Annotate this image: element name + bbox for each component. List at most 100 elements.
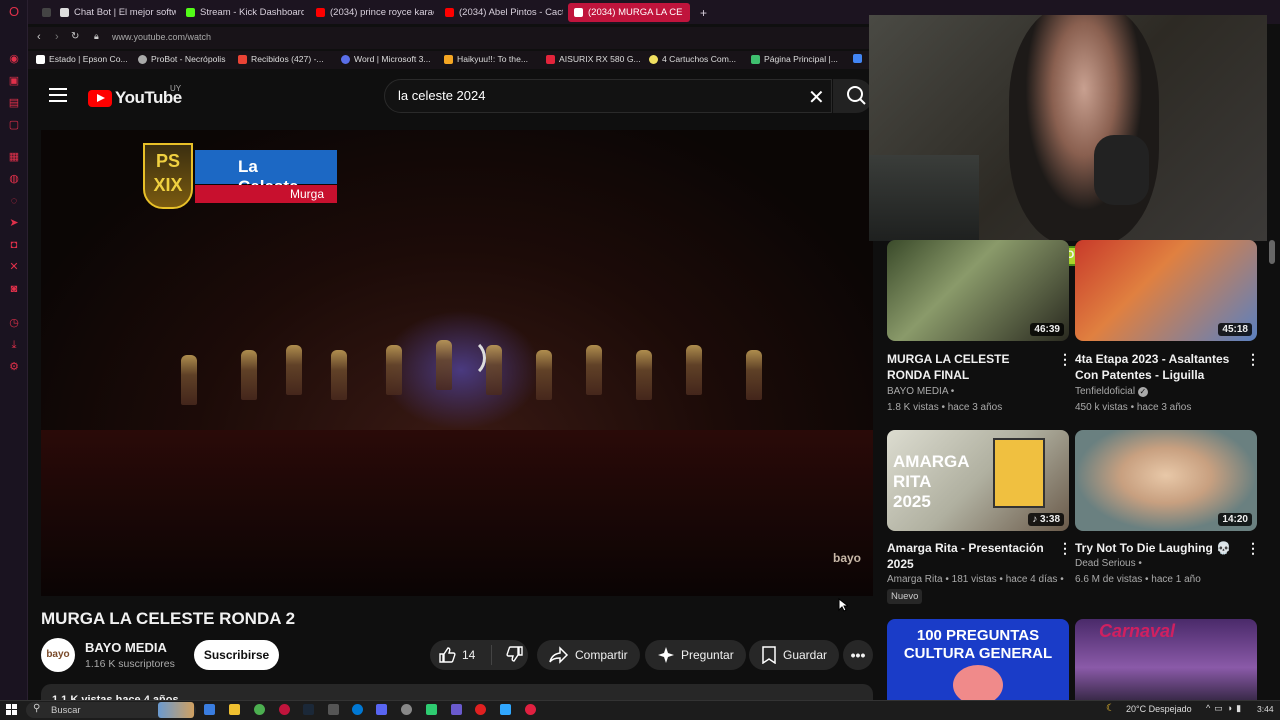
settings-icon[interactable] <box>401 704 412 715</box>
recommended-thumbnail[interactable]: Carnaval <box>1075 619 1257 700</box>
bookmark-item[interactable] <box>853 54 862 63</box>
bookmark-item[interactable]: Word | Microsoft 3... <box>341 54 431 64</box>
page-icon <box>751 54 760 64</box>
share-button[interactable]: Compartir <box>537 640 640 670</box>
history-icon[interactable]: ◷ <box>7 316 21 330</box>
tab-prince-royce[interactable]: (2034) prince royce karao <box>310 3 434 22</box>
forward-icon[interactable]: › <box>55 31 59 43</box>
telegram-icon[interactable]: ➤ <box>7 216 21 230</box>
app-icon[interactable] <box>451 704 462 715</box>
channel-name[interactable]: BAYO MEDIA <box>85 640 167 655</box>
copilot-icon[interactable] <box>204 704 215 715</box>
calculator-icon[interactable] <box>328 704 339 715</box>
more-options-icon[interactable]: ⋮ <box>1246 540 1260 557</box>
bookmark-item[interactable]: Página Principal |... <box>751 54 838 64</box>
more-options-icon[interactable]: ⋮ <box>1058 540 1072 557</box>
more-options-icon[interactable]: ⋮ <box>1246 351 1260 368</box>
recommended-title[interactable]: MURGA LA CELESTE RONDA FINAL <box>887 351 1047 383</box>
search-button[interactable] <box>833 79 873 113</box>
haikyuu-icon <box>444 54 453 64</box>
settings-icon[interactable]: ⚙ <box>7 360 21 374</box>
clock[interactable]: 3:44 <box>1257 704 1274 714</box>
bookmark-item[interactable]: Recibidos (427) -... <box>238 54 324 64</box>
microphone <box>1094 135 1149 205</box>
youtube-icon <box>316 8 325 17</box>
system-tray-icons[interactable]: ^▭◑▮ <box>1206 703 1245 714</box>
steam-icon[interactable] <box>303 704 314 715</box>
recommended-channel[interactable]: Dead Serious • <box>1075 556 1142 572</box>
stage-floor <box>41 430 873 596</box>
like-button[interactable]: 14 <box>430 645 492 665</box>
thumbnail-text: Carnaval <box>1099 621 1176 641</box>
subscribe-button[interactable]: Suscribirse <box>194 640 279 670</box>
performer <box>241 350 257 400</box>
recommended-thumbnail[interactable]: AMARGA RITA 2025 ♪ 3:38 <box>887 430 1069 531</box>
recommended-channel[interactable]: Tenfieldoficial ✓ <box>1075 384 1148 400</box>
tab-murga-la-celeste[interactable]: (2034) MURGA LA CE <box>568 3 690 22</box>
channel-avatar[interactable]: bayo <box>41 638 75 672</box>
media-icon[interactable] <box>525 704 536 715</box>
file-explorer-icon[interactable] <box>229 704 240 715</box>
tab-label: (2034) MURGA LA CE <box>588 7 683 18</box>
discord-icon[interactable]: ◙ <box>7 282 21 296</box>
new-tab-button[interactable]: + <box>694 3 713 22</box>
bookmark-item[interactable]: ProBot - Necrópolis <box>138 54 226 64</box>
whatsapp-icon[interactable]: ◌ <box>7 194 21 208</box>
twitch-icon[interactable]: ▦ <box>7 150 21 164</box>
bag-icon[interactable]: ▣ <box>7 74 21 88</box>
recommended-title[interactable]: Amarga Rita - Presentación 2025 <box>887 540 1047 572</box>
menu-icon[interactable] <box>49 88 67 102</box>
photoshop-icon[interactable] <box>500 704 511 715</box>
weather-text[interactable]: 20°C Despejado <box>1126 704 1192 714</box>
taskbar-search-placeholder: Buscar <box>51 705 81 716</box>
bookmark-item[interactable]: AISURIX RX 580 G... <box>546 54 641 64</box>
channel-watermark[interactable]: bayo <box>833 551 861 565</box>
tab-kick[interactable]: Stream - Kick Dashboard <box>180 3 304 22</box>
download-icon[interactable]: ⤓ <box>7 338 21 352</box>
music-icon[interactable]: ▤ <box>7 96 21 110</box>
recommended-thumbnail[interactable]: 45:18 <box>1075 240 1257 341</box>
discord-icon[interactable] <box>376 704 387 715</box>
instagram-icon[interactable]: ◘ <box>7 238 21 252</box>
scrollbar[interactable] <box>1269 240 1275 264</box>
video-title: MURGA LA CELESTE RONDA 2 <box>41 609 296 628</box>
window-icon[interactable] <box>42 8 51 17</box>
x-icon[interactable]: ✕ <box>7 260 21 274</box>
app-icon[interactable] <box>426 704 437 715</box>
messenger-icon[interactable]: ◍ <box>7 172 21 186</box>
recommended-thumbnail[interactable]: 46:39 <box>887 240 1069 341</box>
dislike-button[interactable] <box>498 645 524 666</box>
opera-gx-icon[interactable] <box>279 704 290 715</box>
recommended-channel[interactable]: BAYO MEDIA • <box>887 384 954 400</box>
like-count: 14 <box>462 648 476 662</box>
bookmark-item[interactable]: Estado | Epson Co... <box>36 54 128 64</box>
chrome-icon[interactable] <box>254 704 265 715</box>
bookmark-item[interactable]: 4 Cartuchos Com... <box>649 54 736 64</box>
url-field[interactable]: www.youtube.com/watch <box>112 32 211 42</box>
recommended-title[interactable]: Try Not To Die Laughing 💀 <box>1075 540 1235 556</box>
recommended-channel[interactable]: Amarga Rita • 181 vistas • hace 4 días • <box>887 572 1064 588</box>
save-button[interactable]: Guardar <box>749 640 840 670</box>
more-options-icon[interactable]: ⋮ <box>1058 351 1072 368</box>
tab-abel-pintos[interactable]: (2034) Abel Pintos - Cact <box>439 3 563 22</box>
bookmark-item[interactable]: Haikyuu!!: To the... <box>444 54 528 64</box>
thumbnail-text: 100 PREGUNTAS CULTURA GENERAL <box>903 627 1053 662</box>
back-icon[interactable]: ‹ <box>37 31 41 43</box>
obs-icon[interactable] <box>475 704 486 715</box>
recommended-thumbnail[interactable]: 14:20 <box>1075 430 1257 531</box>
recommended-title[interactable]: 4ta Etapa 2023 - Asaltantes Con Patentes… <box>1075 351 1235 383</box>
reload-icon[interactable]: ↻ <box>71 31 79 42</box>
poster-image <box>993 438 1045 508</box>
opera-logo-icon[interactable]: O <box>7 5 21 19</box>
ask-button[interactable]: Preguntar <box>645 640 746 670</box>
mouse-cursor-icon <box>838 598 848 612</box>
windows-start-icon[interactable] <box>6 704 17 715</box>
clear-search-icon[interactable]: ✕ <box>808 85 825 110</box>
youtube-logo[interactable]: YouTube <box>88 88 182 108</box>
more-actions-button[interactable]: ••• <box>843 640 873 670</box>
recommended-thumbnail[interactable]: 100 PREGUNTAS CULTURA GENERAL <box>887 619 1069 700</box>
pinboard-icon[interactable]: ▢ <box>7 118 21 132</box>
edge-icon[interactable] <box>352 704 363 715</box>
tab-chatbot[interactable]: Chat Bot | El mejor softwa <box>54 3 176 22</box>
aria-icon[interactable]: ◉ <box>7 52 21 66</box>
